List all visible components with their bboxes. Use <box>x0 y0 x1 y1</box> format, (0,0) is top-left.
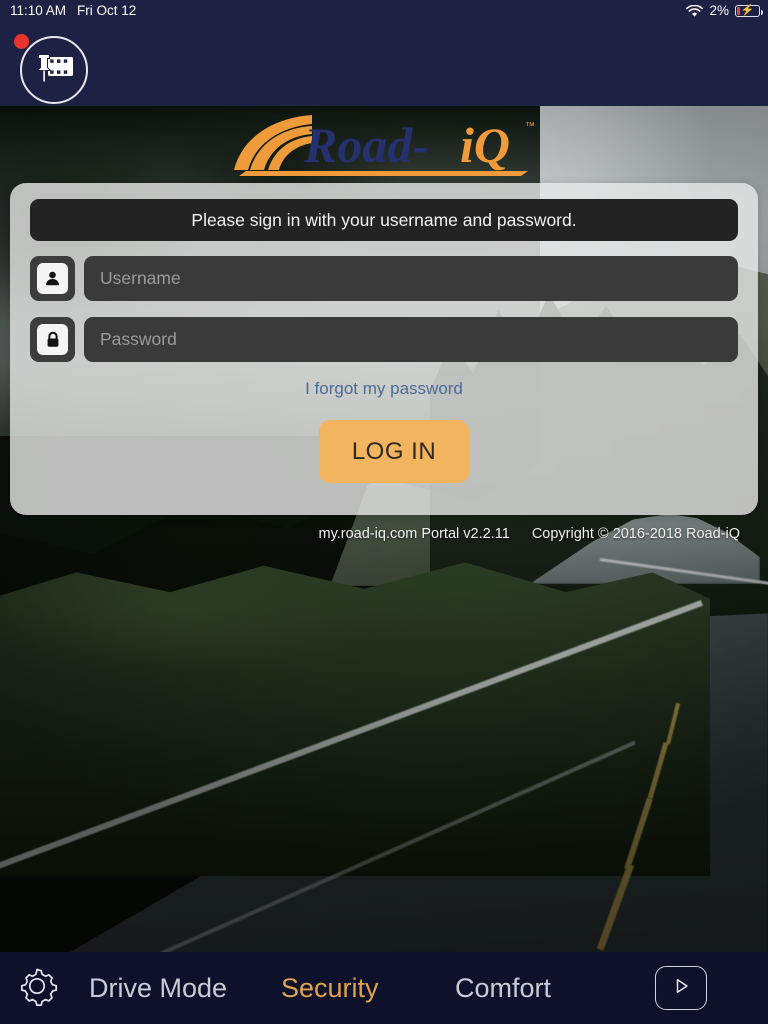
wifi-icon <box>686 4 704 18</box>
password-input[interactable] <box>84 317 738 362</box>
status-bar-right: 2% ⚡ <box>686 0 763 22</box>
charging-bolt-icon: ⚡ <box>740 4 755 17</box>
username-input[interactable] <box>84 256 738 301</box>
tab-drive-mode[interactable]: Drive Mode <box>89 952 227 1024</box>
tab-comfort[interactable]: Comfort <box>455 952 551 1024</box>
play-button[interactable] <box>655 966 707 1010</box>
play-icon <box>671 976 691 1001</box>
svg-text:iQ: iQ <box>460 117 510 173</box>
settings-button[interactable] <box>13 964 61 1012</box>
logo-band: Road- iQ ™ <box>0 106 768 184</box>
status-bar-date: Fri Oct 12 <box>77 3 137 18</box>
road-iq-logo: Road- iQ ™ <box>228 112 538 178</box>
bottom-nav-bar: Drive Mode Security Comfort <box>0 952 768 1024</box>
login-panel: Please sign in with your username and pa… <box>10 183 758 515</box>
svg-text:Road-: Road- <box>303 117 429 173</box>
footer-info: my.road-iq.com Portal v2.2.11 Copyright … <box>319 526 741 542</box>
gear-icon <box>15 964 59 1013</box>
password-row <box>30 317 738 362</box>
forgot-password-link[interactable]: I forgot my password <box>10 379 758 399</box>
tab-comfort-label: Comfort <box>455 972 552 1003</box>
top-bar <box>0 22 768 106</box>
lock-icon <box>37 324 68 355</box>
login-button[interactable]: LOG IN <box>319 420 469 483</box>
status-bar-time: 11:10 AM <box>10 3 67 18</box>
username-icon-badge <box>30 256 75 301</box>
tab-security-label: Security <box>281 972 379 1003</box>
portal-version-label: my.road-iq.com Portal v2.2.11 <box>318 526 510 542</box>
signin-message: Please sign in with your username and pa… <box>30 199 738 241</box>
clip-recording-button[interactable] <box>20 36 88 104</box>
tab-security[interactable]: Security <box>281 952 379 1024</box>
password-icon-badge <box>30 317 75 362</box>
user-icon <box>37 263 68 294</box>
battery-percent-label: 2% <box>709 3 729 18</box>
app-screen: 11:10 AM Fri Oct 12 2% ⚡ Road- iQ ™ Plea… <box>0 0 768 1024</box>
battery-charging-icon: ⚡ <box>735 4 763 17</box>
copyright-label: Copyright © 2016-2018 Road-iQ <box>531 526 740 542</box>
pin-filmstrip-icon <box>32 48 76 93</box>
username-row <box>30 256 738 301</box>
notification-badge <box>14 34 29 49</box>
tab-drive-mode-label: Drive Mode <box>89 972 228 1003</box>
status-bar-left: 11:10 AM Fri Oct 12 <box>10 0 136 22</box>
svg-text:™: ™ <box>525 121 535 132</box>
status-bar: 11:10 AM Fri Oct 12 2% ⚡ <box>0 0 768 22</box>
